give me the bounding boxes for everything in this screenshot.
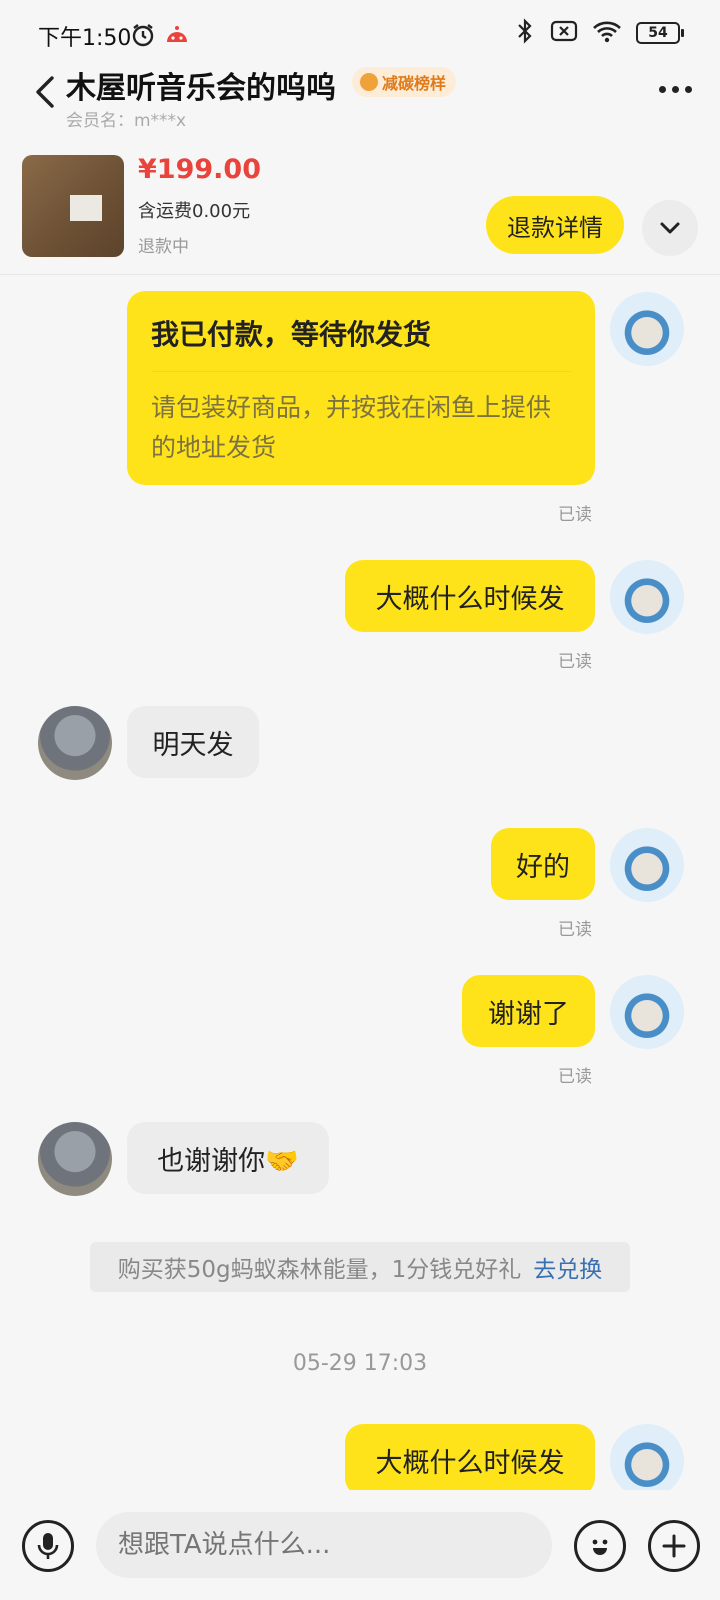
shipping-fee: 含运费0.00元 xyxy=(138,201,251,222)
message-timestamp: 05-29 17:03 xyxy=(292,1351,428,1376)
my-avatar[interactable] xyxy=(610,1424,684,1498)
my-avatar[interactable] xyxy=(610,828,684,902)
refund-details-button[interactable]: 退款详情 xyxy=(486,196,624,254)
microphone-icon xyxy=(37,1533,59,1559)
app-notification-icon xyxy=(164,22,190,52)
redeem-link[interactable]: 去兑换 xyxy=(533,1250,602,1284)
back-button[interactable] xyxy=(28,70,68,114)
dot xyxy=(684,85,692,93)
my-avatar[interactable] xyxy=(610,560,684,634)
member-name: 会员名：m***x xyxy=(66,111,187,131)
emoji-button[interactable] xyxy=(574,1520,626,1572)
expand-button[interactable] xyxy=(642,200,698,256)
emoji-icon xyxy=(592,1539,608,1555)
seller-avatar[interactable] xyxy=(38,1122,112,1196)
my-avatar[interactable] xyxy=(610,975,684,1049)
more-actions-button[interactable] xyxy=(648,1520,700,1572)
dot xyxy=(671,85,679,93)
status-time: 下午1:50 xyxy=(38,26,132,51)
refund-status: 退款中 xyxy=(138,237,189,257)
read-receipt: 已读 xyxy=(558,505,592,525)
payment-card-message[interactable]: 我已付款，等待你发货 请包装好商品，并按我在闲鱼上提供的地址发货 xyxy=(127,291,595,485)
product-thumbnail[interactable] xyxy=(22,155,124,257)
message-bubble-other[interactable]: 明天发 xyxy=(127,706,259,778)
carbon-badge[interactable]: 减碳榜样 xyxy=(352,67,457,97)
read-receipt: 已读 xyxy=(558,1067,592,1087)
voice-button[interactable] xyxy=(22,1520,74,1572)
message-bubble-me[interactable]: 好的 xyxy=(491,828,595,900)
alarm-icon xyxy=(130,22,156,52)
my-avatar[interactable] xyxy=(610,292,684,366)
package-label xyxy=(70,195,102,221)
notice-text: 购买获50g蚂蚁森林能量，1分钱兑好礼 xyxy=(117,1257,522,1283)
card-title: 我已付款，等待你发货 xyxy=(151,318,432,351)
leaf-badge-icon xyxy=(360,73,378,91)
message-bubble-me[interactable]: 谢谢了 xyxy=(462,975,595,1047)
dot xyxy=(658,85,666,93)
message-input[interactable] xyxy=(96,1512,552,1578)
card-body: 请包装好商品，并按我在闲鱼上提供的地址发货 xyxy=(151,393,552,462)
plus-icon xyxy=(662,1534,686,1558)
more-button[interactable] xyxy=(650,74,700,104)
read-receipt: 已读 xyxy=(558,652,592,672)
message-bubble-me[interactable]: 大概什么时候发 xyxy=(345,560,595,632)
product-price: ¥199.00 xyxy=(138,154,261,185)
seller-avatar[interactable] xyxy=(38,706,112,780)
bluetooth-icon xyxy=(514,18,536,48)
no-sim-icon xyxy=(550,19,578,47)
divider xyxy=(151,371,571,372)
promo-notice: 购买获50g蚂蚁森林能量，1分钱兑好礼 去兑换 xyxy=(90,1242,630,1292)
chat-title[interactable]: 木屋听音乐会的呜呜 xyxy=(66,63,336,107)
message-bubble-me[interactable]: 大概什么时候发 xyxy=(345,1424,595,1496)
message-bubble-other[interactable]: 也谢谢你🤝 xyxy=(127,1122,329,1194)
read-receipt: 已读 xyxy=(558,920,592,940)
status-icons: 54 xyxy=(514,18,684,48)
battery-icon: 54 xyxy=(636,22,684,44)
badge-label: 减碳榜样 xyxy=(382,74,447,93)
chevron-down-icon xyxy=(660,222,680,234)
wifi-icon xyxy=(592,19,622,47)
chevron-left-icon xyxy=(36,76,54,108)
